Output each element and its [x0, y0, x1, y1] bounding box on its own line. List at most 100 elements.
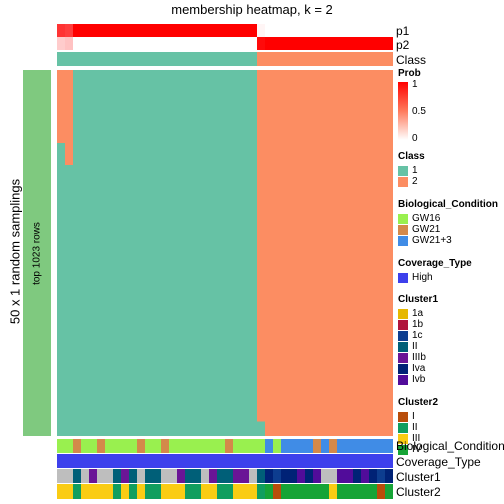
p2-cell [321, 37, 329, 50]
cluster2-cell [193, 484, 201, 499]
class-cell [305, 52, 313, 66]
legend-swatch [398, 177, 408, 187]
cluster2-cell [105, 484, 113, 499]
cluster2-cell [241, 484, 249, 499]
cluster2-cell [313, 484, 321, 499]
coverage-type-cell [65, 454, 73, 468]
membership-cell-class2 [57, 70, 65, 144]
cluster2-cell [249, 484, 257, 499]
bio-condition-cell [137, 439, 145, 453]
p1-cell [97, 24, 105, 37]
coverage-type-cell [121, 454, 129, 468]
y-axis-label: 50 x 1 random samplings [7, 178, 23, 325]
bio-condition-cell [145, 439, 153, 453]
class-cell [129, 52, 137, 66]
class-cell [289, 52, 297, 66]
p2-cell [97, 37, 105, 50]
class-cell [153, 52, 161, 66]
legend-label: 1 [412, 165, 418, 176]
class-cell [73, 52, 81, 66]
bio-condition-cell [177, 439, 185, 453]
cluster1-cell [377, 469, 385, 483]
cluster2-cell [113, 484, 121, 499]
coverage-type-cell [369, 454, 377, 468]
p1-cell [249, 24, 257, 37]
coverage-type-cell [185, 454, 193, 468]
coverage-type-cell [385, 454, 393, 468]
legend-swatch [398, 273, 408, 283]
bio-condition-cell [233, 439, 241, 453]
row-annotation-label: top 1023 rows [31, 222, 43, 285]
cluster2-cell [353, 484, 361, 499]
p2-cell [89, 37, 97, 50]
cluster1-cell [273, 469, 281, 483]
bio-condition-cell [225, 439, 233, 453]
membership-column [329, 70, 337, 436]
class-cell [177, 52, 185, 66]
p1-cell [105, 24, 113, 37]
cluster1-cell [297, 469, 305, 483]
p2-cell [337, 37, 345, 50]
membership-column [305, 70, 313, 436]
membership-column [385, 70, 393, 436]
cluster2-cell [161, 484, 169, 499]
coverage-type-cell [329, 454, 337, 468]
coverage-type-cell [193, 454, 201, 468]
cluster1-cell [217, 469, 225, 483]
class-cell [217, 52, 225, 66]
cluster2-cell [169, 484, 177, 499]
coverage-type-cell [337, 454, 345, 468]
membership-column [265, 70, 273, 436]
p1-cell [217, 24, 225, 37]
p2-cell [377, 37, 385, 50]
legend-swatch [398, 309, 408, 319]
coverage-type-cell [81, 454, 89, 468]
p1-cell [81, 24, 89, 37]
membership-column [201, 70, 209, 436]
p2-cell [105, 37, 113, 50]
cluster2-cell [281, 484, 289, 499]
cluster1-cell [281, 469, 289, 483]
cluster1-cell [233, 469, 241, 483]
bio-condition-cell [185, 439, 193, 453]
bio-condition-cell [273, 439, 281, 453]
coverage-type-cell [233, 454, 241, 468]
bio-condition-cell [249, 439, 257, 453]
cluster1-cell [353, 469, 361, 483]
membership-column [217, 70, 225, 436]
cluster2-cell [361, 484, 369, 499]
class-cell [145, 52, 153, 66]
bio-condition-cell [305, 439, 313, 453]
cluster1-cell [329, 469, 337, 483]
cluster2-cell [297, 484, 305, 499]
coverage-type-cell [217, 454, 225, 468]
membership-column [377, 70, 385, 436]
cluster2-cell [257, 484, 265, 499]
class-cell [97, 52, 105, 66]
coverage-type-cell [345, 454, 353, 468]
membership-column [113, 70, 121, 436]
membership-column [97, 70, 105, 436]
p1-cell [137, 24, 145, 37]
p1-cell [257, 24, 265, 37]
coverage-type-cell [209, 454, 217, 468]
p2-cell [313, 37, 321, 50]
legend-swatch [398, 375, 408, 385]
legend-label: IIIb [412, 352, 426, 363]
membership-column [233, 70, 241, 436]
cluster1-cell [169, 469, 177, 483]
membership-column [241, 70, 249, 436]
legend-swatch [398, 214, 408, 224]
p2-cell [201, 37, 209, 50]
cluster1-cell [177, 469, 185, 483]
class-cell [353, 52, 361, 66]
membership-column [89, 70, 97, 436]
membership-column [321, 70, 329, 436]
membership-column [249, 70, 257, 436]
membership-column [121, 70, 129, 436]
cluster2-cell [81, 484, 89, 499]
coverage-type-cell [257, 454, 265, 468]
membership-column [177, 70, 185, 436]
p2-cell [273, 37, 281, 50]
p2-cell [177, 37, 185, 50]
